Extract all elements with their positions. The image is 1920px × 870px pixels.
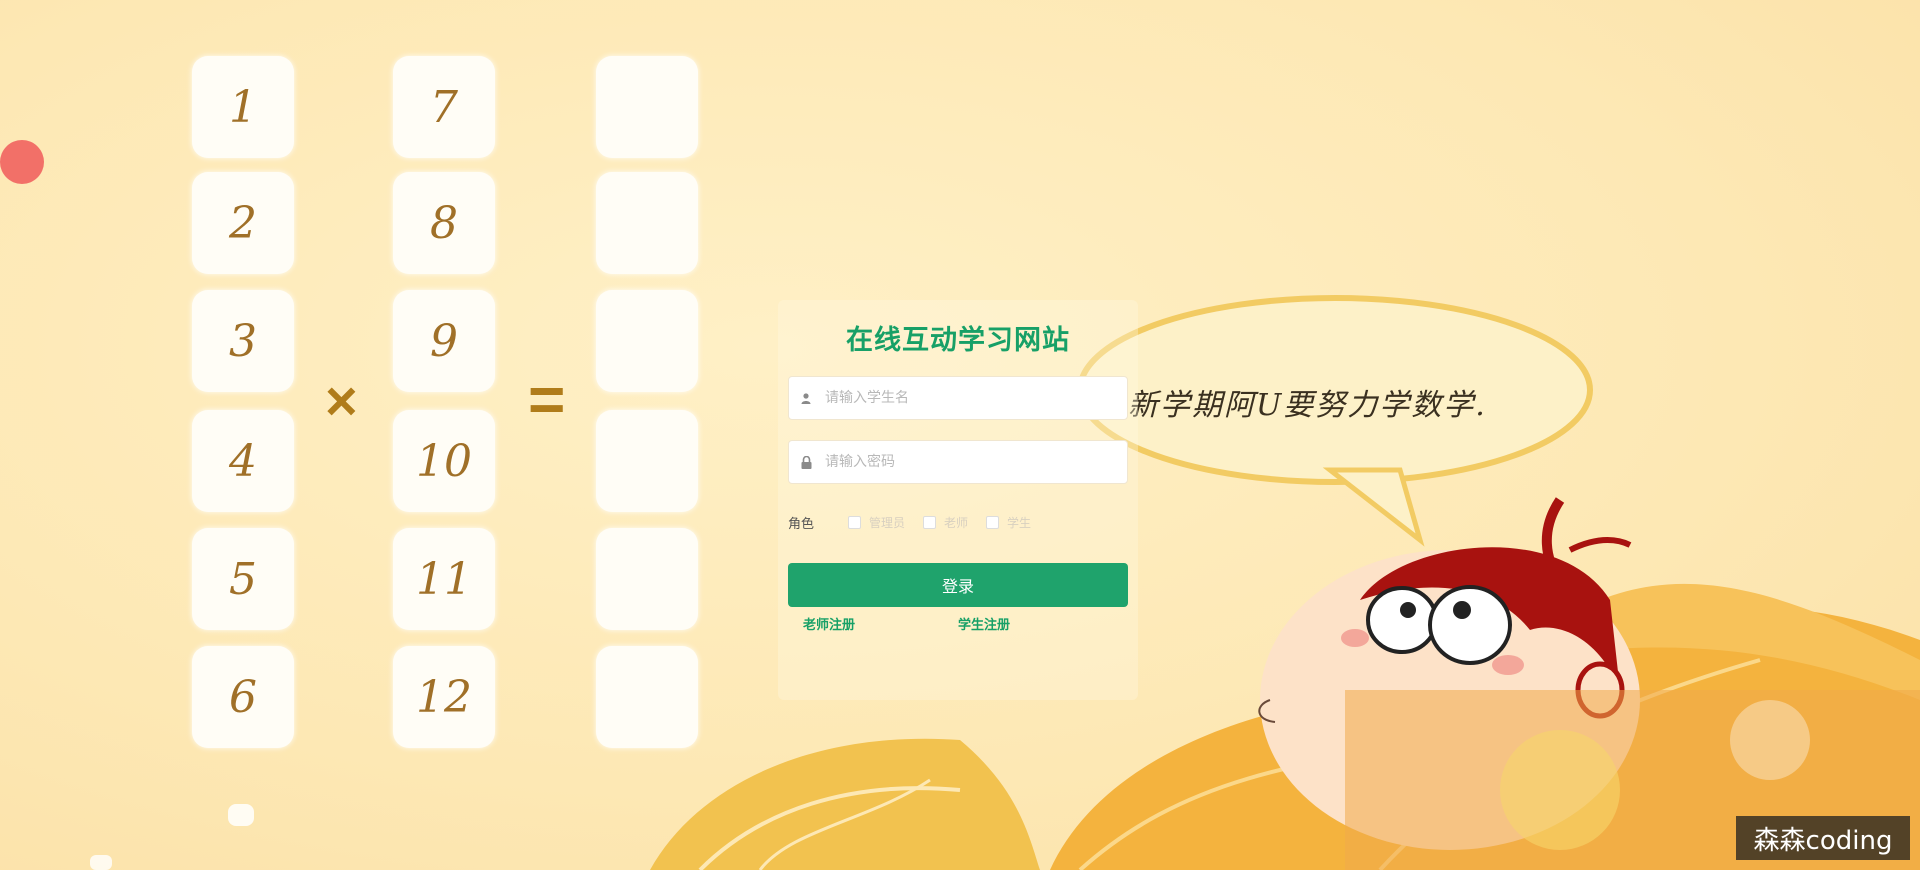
role-label: 角色: [788, 516, 815, 532]
lock-icon: [799, 455, 813, 469]
password-field[interactable]: [788, 440, 1128, 484]
cursor-highlight: [0, 140, 44, 184]
number-card-left-3: 3: [192, 290, 294, 392]
role-checkbox-admin[interactable]: [848, 515, 861, 529]
login-page: 1 2 3 4 5 6 × 7 8 9 10 11 12 = 新学期阿U要努力学…: [0, 0, 1920, 870]
login-panel: [778, 300, 1138, 700]
role-option-label: 老师: [944, 515, 969, 530]
role-option-label: 管理员: [869, 515, 906, 530]
username-field[interactable]: [788, 376, 1128, 420]
number-card-middle-5: 11: [393, 528, 495, 630]
student-register-link[interactable]: 学生注册: [958, 614, 1010, 633]
equals-symbol: =: [528, 363, 566, 435]
number-card-left-6: 6: [192, 646, 294, 748]
number-card-left-1: 1: [192, 56, 294, 158]
number-card-left-5: 5: [192, 528, 294, 630]
role-checkbox-student[interactable]: [986, 515, 1000, 529]
role-option-admin[interactable]: 管理员: [848, 514, 905, 531]
role-checkbox-teacher[interactable]: [923, 515, 937, 529]
answer-card-4[interactable]: [596, 410, 698, 512]
teacher-register-link[interactable]: 老师注册: [803, 614, 855, 633]
number-card-middle-3: 9: [393, 290, 495, 392]
site-title: 在线互动学习网站: [846, 325, 1070, 356]
number-card-middle-4: 10: [393, 410, 495, 512]
answer-card-3[interactable]: [596, 290, 698, 392]
watermark: 森森coding: [1736, 816, 1910, 860]
role-option-label: 学生: [1007, 515, 1032, 530]
answer-card-1[interactable]: [596, 56, 698, 158]
speech-bubble-text: 新学期阿U要努力学数学.: [1128, 388, 1487, 423]
role-selector: 角色 管理员 老师 学生: [788, 510, 1128, 534]
number-card-middle-6: 12: [393, 646, 495, 748]
password-input[interactable]: [823, 453, 1107, 471]
username-input[interactable]: [823, 389, 1107, 407]
times-symbol: ×: [325, 369, 358, 432]
role-option-student[interactable]: 学生: [986, 514, 1031, 531]
number-card-middle-1: 7: [393, 56, 495, 158]
answer-card-6[interactable]: [596, 646, 698, 748]
number-card-left-4: 4: [192, 410, 294, 512]
answer-card-2[interactable]: [596, 172, 698, 274]
answer-card-5[interactable]: [596, 528, 698, 630]
number-card-left-2: 2: [192, 172, 294, 274]
number-card-middle-2: 8: [393, 172, 495, 274]
role-option-teacher[interactable]: 老师: [923, 514, 968, 531]
login-button[interactable]: 登录: [788, 563, 1128, 607]
user-icon: [799, 391, 813, 405]
